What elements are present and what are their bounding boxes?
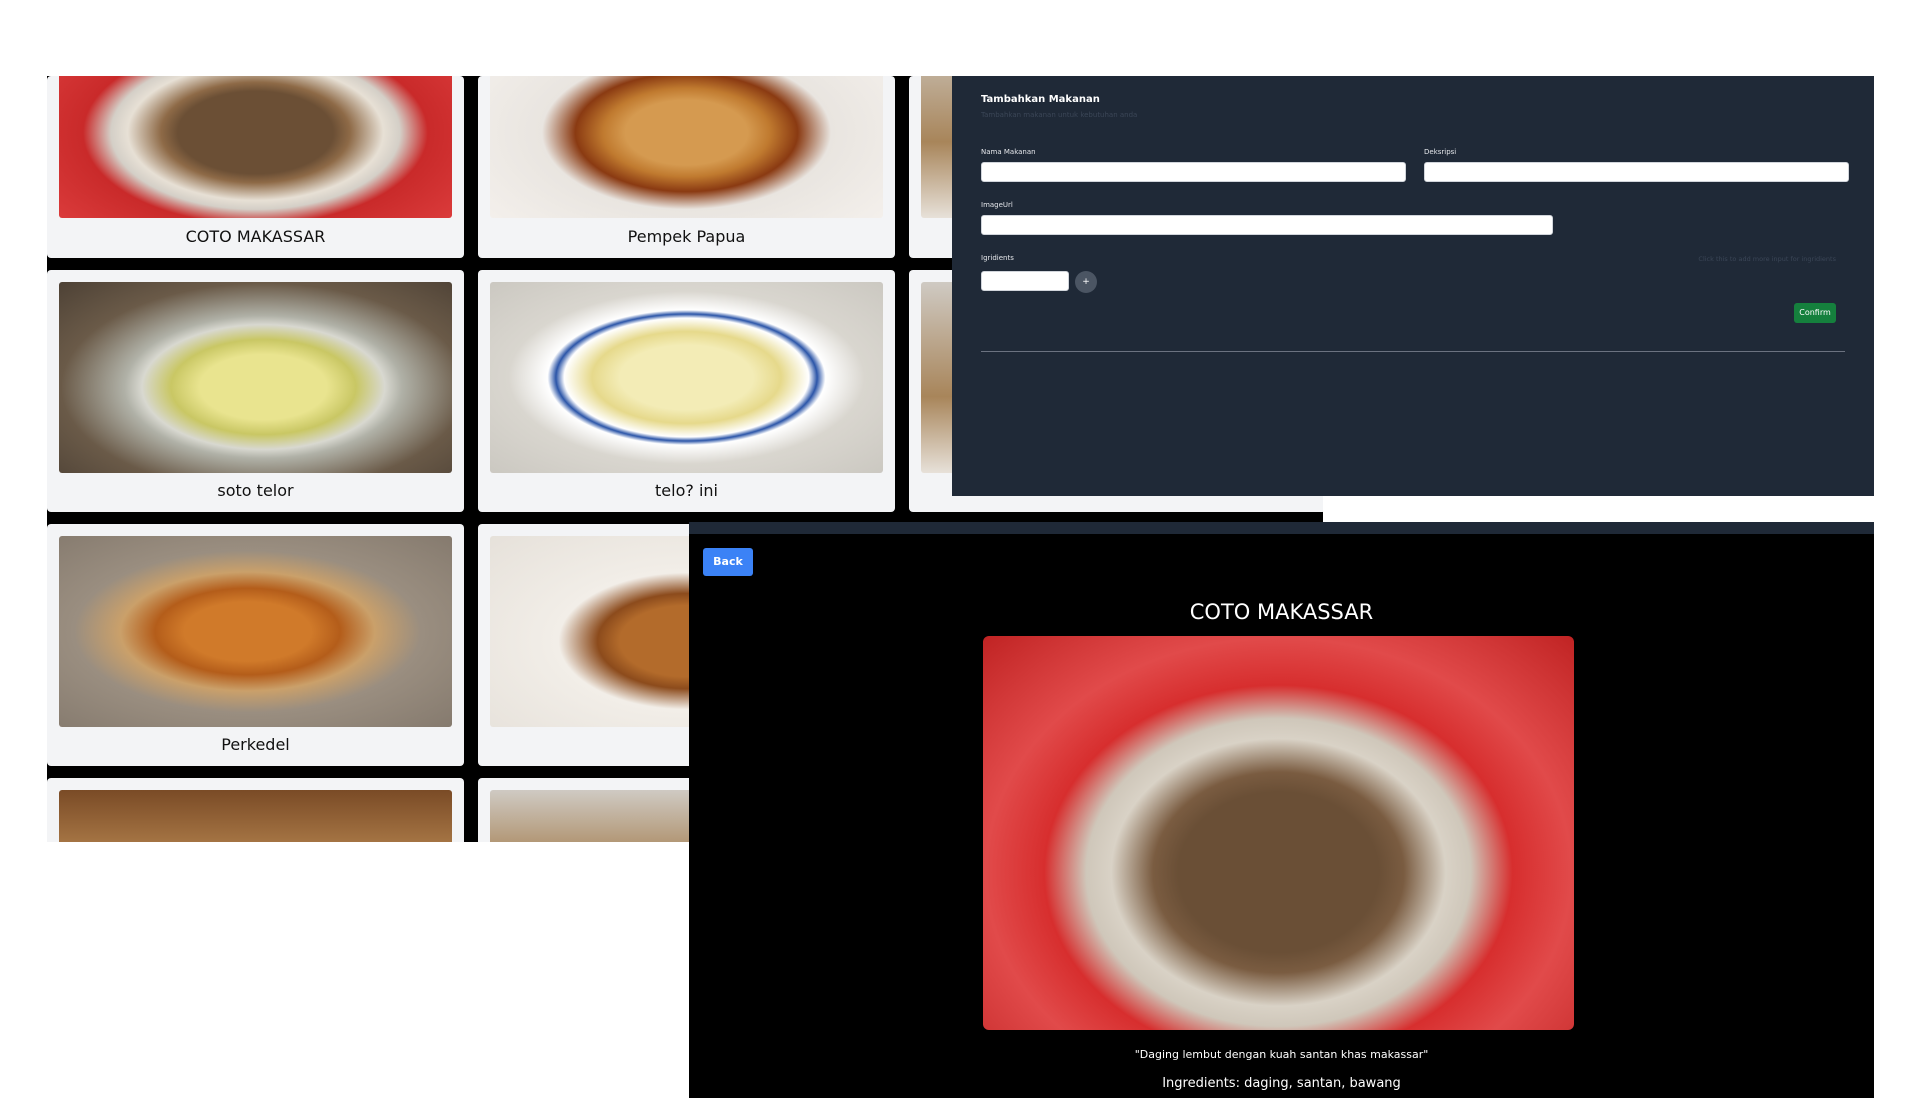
food-image [59, 282, 452, 473]
confirm-button[interactable]: Confirm [1794, 303, 1836, 323]
food-image [59, 790, 452, 842]
food-name: telo? ini [655, 481, 718, 500]
food-detail-panel: Back COTO MAKASSAR "Daging lembut dengan… [689, 522, 1874, 1098]
form-subtitle: Tambahkan makanan untuk kebutuhan anda [981, 111, 1138, 119]
food-image [59, 536, 452, 727]
back-button[interactable]: Back [703, 548, 753, 576]
detail-description: "Daging lembut dengan kuah santan khas m… [1134, 1048, 1429, 1061]
food-name: Perkedel [221, 735, 290, 754]
food-image [59, 76, 452, 218]
add-ingredient-hint: Click this to add more input for ingridi… [1698, 255, 1836, 263]
description-label: Deksripsi [1424, 148, 1457, 156]
food-name: Pempek Papua [627, 227, 746, 246]
image-url-input[interactable] [981, 215, 1553, 235]
food-name: COTO MAKASSAR [185, 227, 326, 246]
food-card[interactable]: Perkedel [47, 524, 464, 766]
divider [981, 351, 1845, 352]
food-card[interactable]: soto telor [47, 270, 464, 512]
food-image [490, 282, 883, 473]
name-label: Nama Makanan [981, 148, 1036, 156]
add-ingredient-button[interactable]: + [1075, 271, 1097, 293]
detail-food-image [983, 636, 1574, 1030]
ingredients-label: Igridients [981, 254, 1014, 262]
description-input[interactable] [1424, 162, 1849, 182]
ingredient-input[interactable] [981, 271, 1069, 291]
food-card[interactable]: Pempek Papua [478, 76, 895, 258]
detail-ingredients: Ingredients: daging, santan, bawang [1162, 1076, 1401, 1091]
food-image [490, 76, 883, 218]
detail-title: COTO MAKASSAR [1189, 600, 1374, 624]
food-card[interactable]: telo? ini [478, 270, 895, 512]
food-card[interactable]: COTO MAKASSAR [47, 76, 464, 258]
form-title: Tambahkan Makanan [981, 94, 1100, 105]
name-input[interactable] [981, 162, 1406, 182]
detail-top-bar [689, 522, 1874, 534]
add-food-form: Tambahkan Makanan Tambahkan makanan untu… [952, 76, 1874, 496]
image-url-label: ImageUrl [981, 201, 1013, 209]
food-card[interactable] [47, 778, 464, 842]
food-name: soto telor [217, 481, 294, 500]
